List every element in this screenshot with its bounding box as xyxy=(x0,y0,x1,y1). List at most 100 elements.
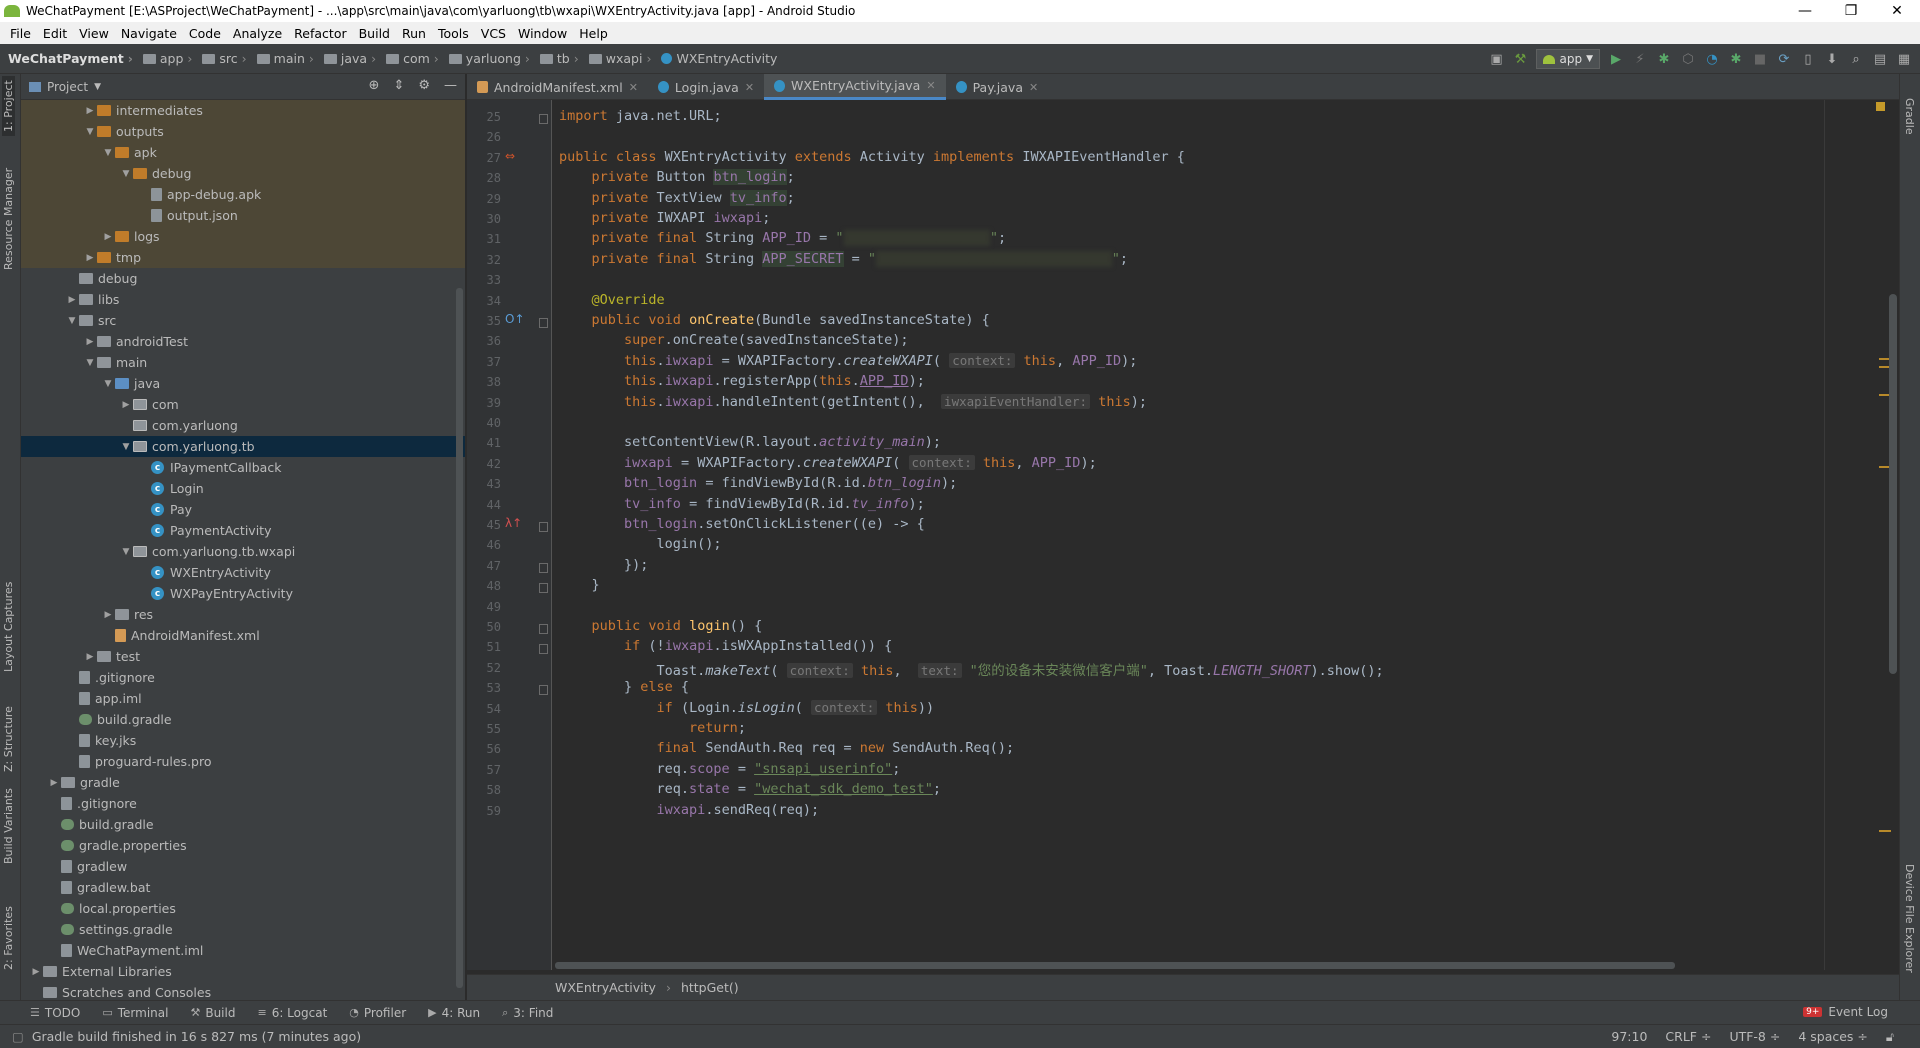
fold-marker-icon[interactable] xyxy=(539,583,548,594)
layout-icon[interactable]: ▦ xyxy=(1896,51,1912,67)
collapsed-arrow-icon[interactable]: ▶ xyxy=(101,232,115,242)
device-file-explorer-tool-button[interactable]: Device File Explorer xyxy=(1903,864,1916,973)
breadcrumb-item[interactable]: java › xyxy=(323,51,382,66)
breadcrumb-item[interactable]: WeChatPayment › xyxy=(8,51,139,66)
fold-marker-icon[interactable] xyxy=(539,114,548,124)
close-button[interactable]: ✕ xyxy=(1874,0,1920,22)
locate-file-icon[interactable]: ⊕ xyxy=(369,78,380,93)
breadcrumb-item[interactable]: tb › xyxy=(539,51,585,66)
run-icon[interactable]: ▶ xyxy=(1608,51,1624,67)
tree-item[interactable]: build.gradle xyxy=(21,709,465,730)
tree-item[interactable]: AndroidManifest.xml xyxy=(21,625,465,646)
menu-help[interactable]: Help xyxy=(573,26,614,41)
code-line[interactable]: private IWXAPI iwxapi; xyxy=(559,210,771,226)
tree-item[interactable]: ▶ androidTest xyxy=(21,331,465,352)
editor-tab[interactable]: Pay.java ✕ xyxy=(946,74,1049,100)
code-line[interactable]: req.state = "wechat_sdk_demo_test"; xyxy=(559,781,942,797)
tree-item[interactable]: gradlew xyxy=(21,856,465,877)
collapsed-arrow-icon[interactable]: ▶ xyxy=(83,337,97,347)
hide-panel-icon[interactable]: — xyxy=(444,78,457,93)
menu-edit[interactable]: Edit xyxy=(37,26,73,41)
tree-item[interactable]: ▶ libs xyxy=(21,289,465,310)
tree-item[interactable]: c Pay xyxy=(21,499,465,520)
tree-item[interactable]: gradlew.bat xyxy=(21,877,465,898)
tree-item[interactable]: proguard-rules.pro xyxy=(21,751,465,772)
expanded-arrow-icon[interactable]: ▼ xyxy=(101,379,115,389)
chevron-down-icon[interactable]: ▼ xyxy=(94,82,101,92)
layout-captures-tool-button[interactable]: Layout Captures xyxy=(2,582,15,672)
fold-marker-icon[interactable] xyxy=(539,624,548,634)
code-line[interactable]: private TextView tv_info; xyxy=(559,189,795,206)
fold-marker-icon[interactable] xyxy=(539,522,548,532)
code-line[interactable]: public void login() { xyxy=(559,618,763,634)
search-icon[interactable]: ⌕ xyxy=(1848,51,1864,67)
stop-icon[interactable]: ■ xyxy=(1752,51,1768,67)
tree-item[interactable]: ▼ debug xyxy=(21,163,465,184)
menu-run[interactable]: Run xyxy=(396,26,432,41)
editor-tab[interactable]: Login.java ✕ xyxy=(648,74,764,100)
fold-marker-icon[interactable] xyxy=(539,562,548,573)
tree-item[interactable]: ▼ apk xyxy=(21,142,465,163)
caret-position[interactable]: 97:10 xyxy=(1611,1029,1647,1045)
tree-item[interactable]: ▼ com.yarluong.tb xyxy=(21,436,465,457)
code-line[interactable]: btn_login.setOnClickListener((e) -> { xyxy=(559,516,925,532)
maximize-button[interactable]: ❐ xyxy=(1828,0,1874,22)
breadcrumb-item[interactable]: com › xyxy=(386,51,445,66)
tree-item[interactable]: app-debug.apk xyxy=(21,184,465,205)
menu-refactor[interactable]: Refactor xyxy=(288,26,352,41)
code-line[interactable]: return; xyxy=(559,720,746,736)
tree-item[interactable]: ▶ res xyxy=(21,604,465,625)
close-tab-icon[interactable]: ✕ xyxy=(926,79,935,92)
expanded-arrow-icon[interactable]: ▼ xyxy=(83,127,97,137)
menu-analyze[interactable]: Analyze xyxy=(227,26,288,41)
profile-icon[interactable]: ◔ xyxy=(1704,51,1720,67)
code-area[interactable]: import java.net.URL; public class WXEntry… xyxy=(553,100,1869,970)
menu-tools[interactable]: Tools xyxy=(432,26,475,41)
editor-horizontal-scrollbar[interactable] xyxy=(555,962,1675,969)
breadcrumb-item[interactable]: app › xyxy=(142,51,199,66)
tree-item[interactable]: app.iml xyxy=(21,688,465,709)
run-configuration-select[interactable]: app ▼ xyxy=(1536,49,1600,69)
tree-item[interactable]: c WXPayEntryActivity xyxy=(21,583,465,604)
tree-item[interactable]: local.properties xyxy=(21,898,465,919)
menu-code[interactable]: Code xyxy=(183,26,227,41)
tree-item[interactable]: c Login xyxy=(21,478,465,499)
status-message[interactable]: Gradle build finished in 16 s 827 ms (7 … xyxy=(32,1029,1612,1044)
collapsed-arrow-icon[interactable]: ▶ xyxy=(83,106,97,116)
collapsed-arrow-icon[interactable]: ▶ xyxy=(83,652,97,662)
editor-tab[interactable]: AndroidManifest.xml ✕ xyxy=(467,74,648,100)
tree-item[interactable]: com.yarluong xyxy=(21,415,465,436)
build-variants-tool-button[interactable]: Build Variants xyxy=(2,788,15,864)
code-line[interactable]: } else { xyxy=(559,679,689,695)
tool-window-run[interactable]: ▶ 4: Run xyxy=(428,1006,480,1020)
code-line[interactable]: } xyxy=(559,577,600,593)
project-window-icon[interactable]: ▤ xyxy=(1872,51,1888,67)
line-separator[interactable]: CRLF ÷ xyxy=(1665,1029,1711,1045)
breadcrumb-item[interactable]: wxapi › xyxy=(588,51,658,66)
collapsed-arrow-icon[interactable]: ▶ xyxy=(119,400,133,410)
code-line[interactable]: setContentView(R.layout.activity_main); xyxy=(559,434,941,450)
attach-debugger-icon[interactable]: ⬡ xyxy=(1680,51,1696,67)
close-tab-icon[interactable]: ✕ xyxy=(1029,81,1038,94)
tree-item[interactable]: WeChatPayment.iml xyxy=(21,940,465,961)
editor-vertical-scrollbar[interactable] xyxy=(1889,294,1897,674)
breadcrumb-class[interactable]: WXEntryActivity xyxy=(555,980,656,995)
collapsed-arrow-icon[interactable]: ▶ xyxy=(29,967,43,977)
tree-item[interactable]: ▶ test xyxy=(21,646,465,667)
menu-view[interactable]: View xyxy=(73,26,115,41)
code-line[interactable]: iwxapi.sendReq(req); xyxy=(559,802,820,818)
collapse-all-icon[interactable]: ⇕ xyxy=(393,78,404,93)
fold-marker-icon[interactable] xyxy=(539,685,548,696)
code-line[interactable]: public void onCreate(Bundle savedInstanc… xyxy=(559,312,990,328)
code-line[interactable]: if (Login.isLogin( context: this)) xyxy=(559,699,934,716)
apply-changes-icon[interactable]: ⚡ xyxy=(1632,51,1648,67)
code-line[interactable]: final SendAuth.Req req = new SendAuth.Re… xyxy=(559,740,1015,756)
close-tab-icon[interactable]: ✕ xyxy=(745,81,754,94)
tool-window-terminal[interactable]: ▭ Terminal xyxy=(102,1006,168,1020)
tree-item[interactable]: ▶ gradle xyxy=(21,772,465,793)
menu-vcs[interactable]: VCS xyxy=(475,26,512,41)
warning-indicator[interactable] xyxy=(1876,102,1885,111)
tree-item[interactable]: key.jks xyxy=(21,730,465,751)
code-line[interactable]: req.scope = "snsapi_userinfo"; xyxy=(559,761,901,777)
code-line[interactable]: this.iwxapi.registerApp(this.APP_ID); xyxy=(559,373,925,389)
